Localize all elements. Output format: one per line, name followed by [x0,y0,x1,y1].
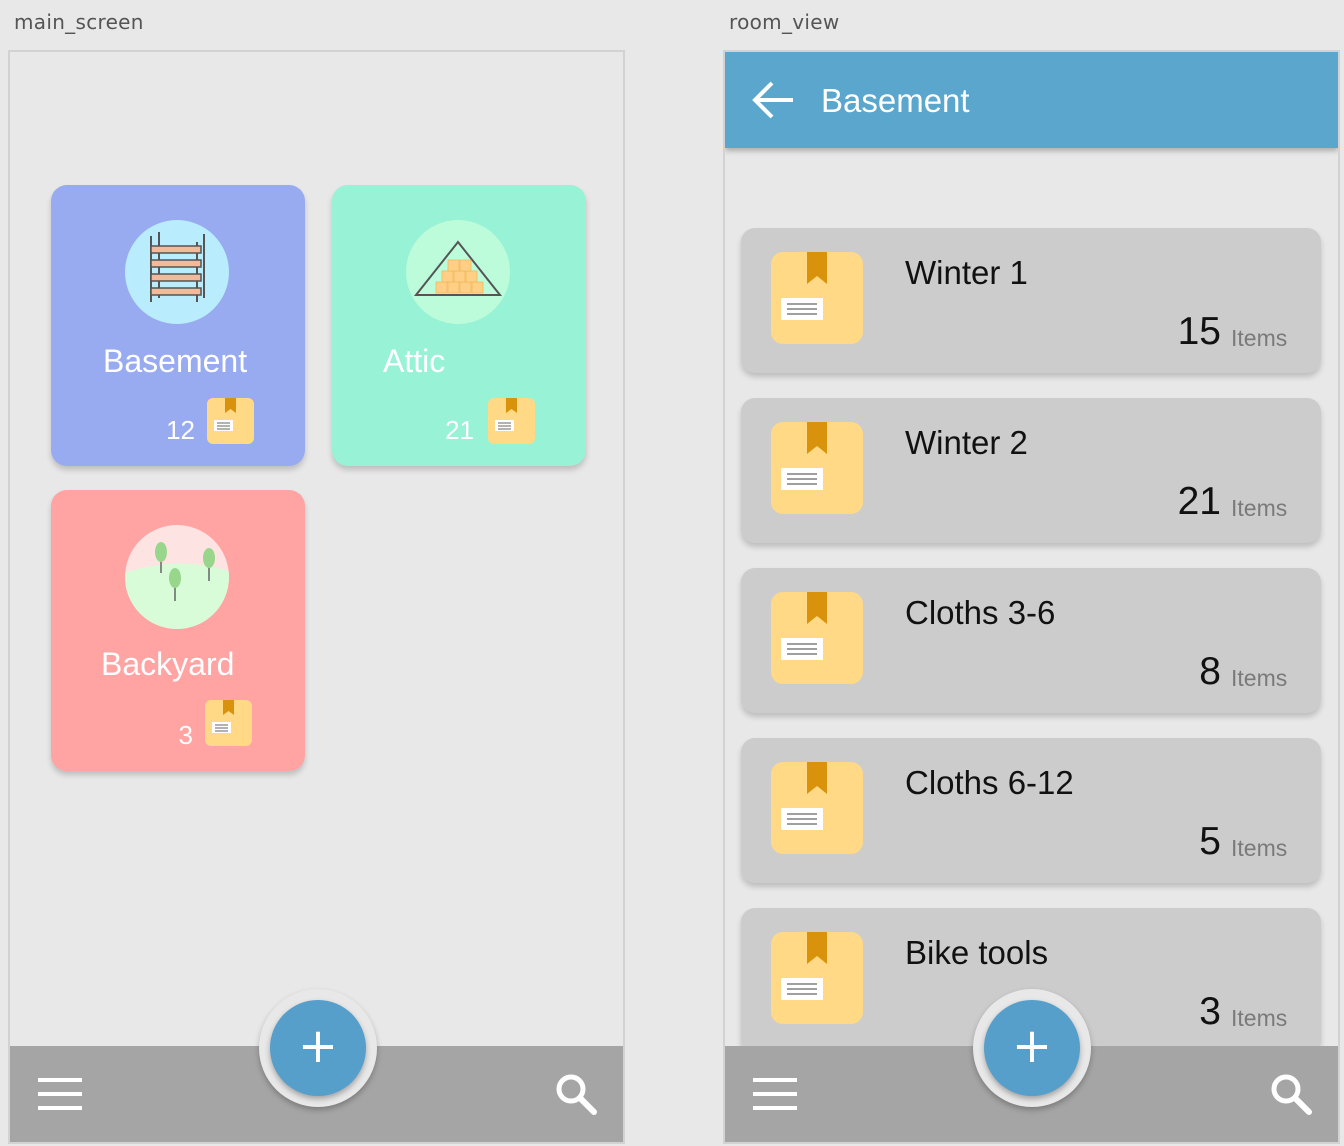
box-icon [771,252,863,349]
search-icon[interactable] [1269,1072,1313,1121]
room-name: Basement [103,343,248,379]
room-count: 3 [178,720,193,750]
menu-icon[interactable] [38,1076,82,1117]
box-item-unit: Items [1231,665,1288,691]
box-item-count: 3 [1199,990,1221,1033]
add-room-button[interactable]: + [270,1000,366,1096]
box-icon [205,700,252,746]
room-name: Attic [383,343,446,379]
main-screen: Basement 12 Attic 21 Backyard 3 + [8,50,625,1144]
box-icon [771,932,863,1029]
box-icon [771,422,863,519]
box-icon [207,398,254,444]
box-item-count: 8 [1199,650,1221,693]
box-item-unit: Items [1231,495,1288,521]
room-card-backyard[interactable]: Backyard 3 [51,490,305,771]
box-name: Cloths 3-6 [905,594,1056,631]
room-name: Backyard [101,646,235,682]
box-item-unit: Items [1231,1005,1288,1031]
box-item-count: 15 [1177,310,1221,353]
box-name: Winter 1 [905,254,1028,291]
menu-icon[interactable] [753,1076,797,1117]
trees-icon [125,525,229,629]
back-arrow-icon[interactable] [751,80,795,125]
box-icon [488,398,535,444]
artboard-label-main: main_screen [14,10,144,34]
box-name: Winter 2 [905,424,1028,461]
box-icon [771,592,863,689]
box-item-unit: Items [1231,835,1288,861]
box-list-item[interactable]: Cloths 6-12 5 Items [741,738,1321,883]
attic-icon [406,220,510,324]
box-name: Bike tools [905,934,1049,971]
box-icon [771,762,863,859]
box-item-unit: Items [1231,325,1288,351]
room-card-basement[interactable]: Basement 12 [51,185,305,466]
box-item-count: 21 [1177,480,1221,523]
artboard-label-room: room_view [729,10,840,34]
search-icon[interactable] [554,1072,598,1121]
shelf-icon [125,220,229,324]
box-name: Cloths 6-12 [905,764,1074,801]
room-card-attic[interactable]: Attic 21 [332,185,586,466]
box-list-item[interactable]: Winter 2 21 Items [741,398,1321,543]
page-title: Basement [821,82,970,119]
room-count: 12 [166,415,195,445]
room-count: 21 [445,415,474,445]
room-view-screen: Basement Winter 1 15 Items Winter 2 21 I… [723,50,1340,1144]
app-bar: Basement [725,52,1338,148]
box-list-item[interactable]: Cloths 3-6 8 Items [741,568,1321,713]
box-item-count: 5 [1199,820,1221,863]
add-box-button[interactable]: + [984,1000,1080,1096]
box-list-item[interactable]: Winter 1 15 Items [741,228,1321,373]
